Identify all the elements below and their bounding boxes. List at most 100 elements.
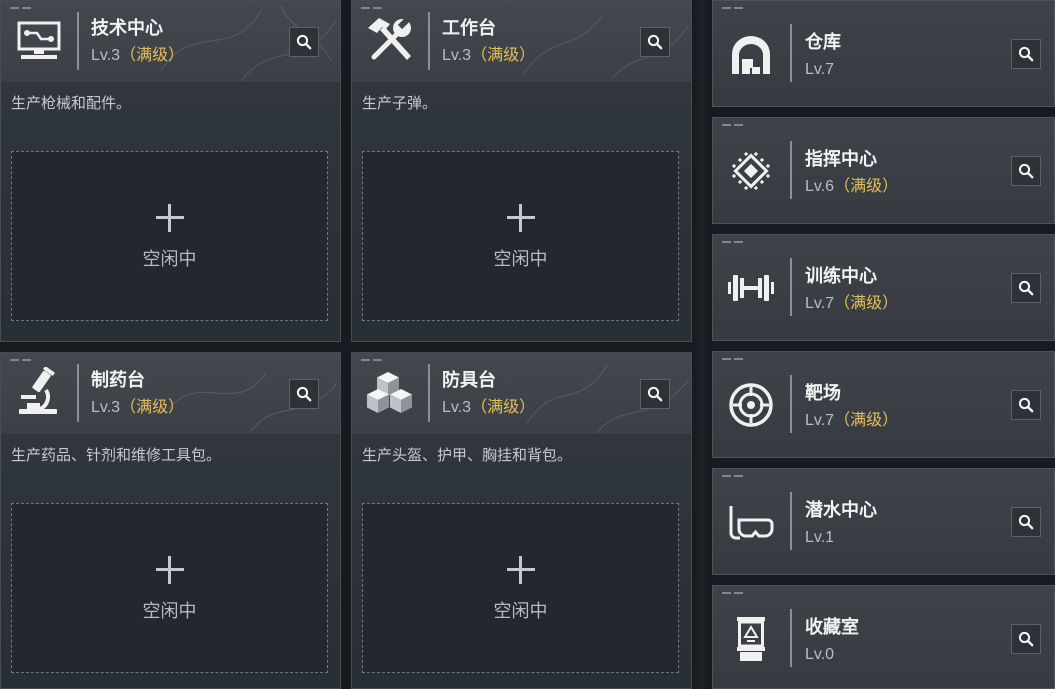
card-level: Lv.3（满级） [442,45,535,67]
header-divider [790,609,792,667]
facility-title: 靶场 [805,383,841,403]
card-description: 生产头盔、护甲、胸挂和背包。 [362,447,573,464]
card-body: 生产药品、针剂和维修工具包。 空闲中 [1,434,340,688]
card-body: 生产子弹。 空闲中 [352,82,691,341]
production-slot[interactable]: 空闲中 [11,151,328,321]
search-icon [296,386,312,402]
corner-mark [722,592,746,596]
corner-mark [722,475,746,479]
slot-status: 空闲中 [142,249,197,269]
corner-mark [722,124,746,128]
warehouse-icon [727,30,775,78]
search-icon [1018,514,1034,530]
facility-title: 训练中心 [805,266,877,286]
search-icon [647,386,663,402]
facility-level: Lv.1 [805,527,834,549]
hammer-wrench-icon [364,15,416,67]
level-value: Lv.7 [805,412,835,429]
max-level-tag: （满级） [120,399,185,416]
card-level: Lv.3（满级） [91,397,184,419]
header-divider [790,141,792,199]
production-slot[interactable]: 空闲中 [362,151,679,321]
card-header: 技术中心 Lv.3（满级） [1,1,340,82]
production-card-pharmacy[interactable]: 制药台 Lv.3（满级） 生产药品、针剂和维修工具包。 空闲中 [0,352,341,689]
search-icon [1018,280,1034,296]
header-divider [428,364,430,422]
production-slot[interactable]: 空闲中 [362,503,679,673]
facility-level: Lv.0 [805,644,834,666]
inspect-button[interactable] [289,379,319,409]
background-strip [692,0,712,689]
header-divider [790,24,792,82]
facility-card-diving-center[interactable]: 潜水中心 Lv.1 [712,468,1055,575]
microscope-icon [13,367,65,419]
card-description: 生产枪械和配件。 [11,95,132,112]
level-value: Lv.1 [805,529,835,546]
target-icon [727,381,775,429]
card-header: 防具台 Lv.3（满级） [352,353,691,434]
level-value: Lv.7 [805,295,835,312]
production-card-tech-center[interactable]: 技术中心 Lv.3（满级） 生产枪械和配件。 空闲中 [0,0,341,342]
display-case-icon [727,615,775,663]
facility-title: 指挥中心 [805,149,877,169]
card-title: 工作台 [442,18,496,38]
facility-level: Lv.7 [805,59,834,81]
search-icon [1018,631,1034,647]
slot-status: 空闲中 [142,601,197,621]
plus-icon [156,556,184,584]
production-card-workbench[interactable]: 工作台 Lv.3（满级） 生产子弹。 空闲中 [351,0,692,342]
corner-mark [361,359,385,363]
inspect-button[interactable] [1011,507,1041,537]
corner-mark [722,241,746,245]
inspect-button[interactable] [1011,624,1041,654]
facility-title: 收藏室 [805,617,859,637]
level-value: Lv.3 [91,47,121,64]
facility-card-collection-room[interactable]: 收藏室 Lv.0 [712,585,1055,689]
inspect-button[interactable] [1011,273,1041,303]
diving-mask-icon [727,498,775,546]
search-icon [1018,163,1034,179]
facility-card-shooting-range[interactable]: 靶场 Lv.7（满级） [712,351,1055,458]
dumbbell-icon [727,264,775,312]
inspect-button[interactable] [1011,39,1041,69]
facility-level: Lv.7（满级） [805,410,898,432]
production-slot[interactable]: 空闲中 [11,503,328,673]
slot-status: 空闲中 [493,249,548,269]
corner-mark [10,359,34,363]
card-level: Lv.3（满级） [442,397,535,419]
facility-level: Lv.7（满级） [805,293,898,315]
level-value: Lv.7 [805,61,835,78]
card-level: Lv.3（满级） [91,45,184,67]
header-divider [790,375,792,433]
search-icon [647,34,663,50]
inspect-button[interactable] [1011,156,1041,186]
corner-mark [10,7,34,11]
inspect-button[interactable] [289,27,319,57]
search-icon [1018,397,1034,413]
card-body: 生产头盔、护甲、胸挂和背包。 空闲中 [352,434,691,688]
search-icon [296,34,312,50]
production-card-armor-bench[interactable]: 防具台 Lv.3（满级） 生产头盔、护甲、胸挂和背包。 空闲中 [351,352,692,689]
card-header: 工作台 Lv.3（满级） [352,1,691,82]
header-divider [790,492,792,550]
facility-card-command-center[interactable]: 指挥中心 Lv.6（满级） [712,117,1055,224]
level-value: Lv.6 [805,178,835,195]
search-icon [1018,46,1034,62]
level-value: Lv.3 [442,399,472,416]
max-level-tag: （满级） [120,47,185,64]
card-header: 制药台 Lv.3（满级） [1,353,340,434]
max-level-tag: （满级） [471,399,536,416]
plus-icon [156,204,184,232]
facility-card-training-center[interactable]: 训练中心 Lv.7（满级） [712,234,1055,341]
slot-status: 空闲中 [493,601,548,621]
corner-mark [361,7,385,11]
card-description: 生产药品、针剂和维修工具包。 [11,447,222,464]
corner-mark [722,358,746,362]
inspect-button[interactable] [640,379,670,409]
level-value: Lv.0 [805,646,835,663]
level-value: Lv.3 [442,47,472,64]
inspect-button[interactable] [640,27,670,57]
card-title: 技术中心 [91,18,163,38]
facility-card-warehouse[interactable]: 仓库 Lv.7 [712,0,1055,107]
inspect-button[interactable] [1011,390,1041,420]
